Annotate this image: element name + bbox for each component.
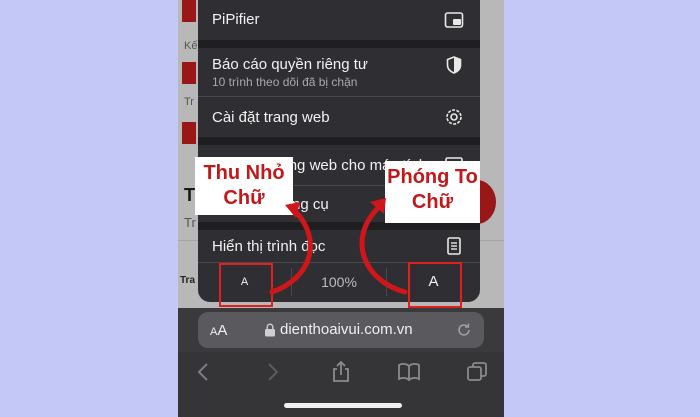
url-text: dienthoaivui.com.vn <box>280 321 413 338</box>
menu-item-label: Báo cáo quyền riêng tư <box>212 56 368 73</box>
highlight-box-increase <box>408 262 462 308</box>
menu-item-label: Hiển thị trình đọc <box>212 238 326 255</box>
aa-label: A <box>217 322 228 339</box>
forward-icon[interactable] <box>260 360 284 384</box>
pip-icon <box>444 12 464 28</box>
menu-item-privacy-report[interactable]: Báo cáo quyền riêng tư 10 trình theo dõi… <box>198 48 480 96</box>
menu-item-label: Cài đặt trang web <box>212 109 330 126</box>
tabs-icon[interactable] <box>465 360 489 384</box>
shield-icon <box>446 56 462 74</box>
menu-separator <box>198 137 480 145</box>
back-icon[interactable] <box>192 360 216 384</box>
menu-item-website-settings[interactable]: Cài đặt trang web <box>198 97 480 137</box>
bottom-toolbar <box>178 352 504 417</box>
home-indicator <box>284 403 402 408</box>
page-menu: PiPifier Báo cáo quyền riêng tư 10 trình… <box>198 0 480 302</box>
gear-icon <box>446 109 462 125</box>
lock-icon <box>265 323 275 337</box>
reload-icon[interactable] <box>456 322 472 338</box>
menu-item-sublabel: 10 trình theo dõi đã bị chặn <box>212 75 358 89</box>
menu-item-show-reader[interactable]: Hiển thị trình đọc <box>198 230 480 262</box>
menu-separator <box>198 40 480 48</box>
bookmarks-icon[interactable] <box>397 360 421 384</box>
highlight-box-decrease <box>219 263 273 307</box>
page-format-button[interactable]: AA <box>210 322 227 339</box>
menu-item-label: PiPifier <box>212 11 260 28</box>
share-icon[interactable] <box>329 360 353 384</box>
reader-icon <box>447 237 461 255</box>
callout-shrink-text: Thu Nhỏ Chữ <box>203 162 285 209</box>
menu-item-pipifier[interactable]: PiPifier <box>198 0 480 40</box>
address-field[interactable]: AA dienthoaivui.com.vn <box>198 312 484 348</box>
zoom-percent: 100% <box>321 274 357 290</box>
callout-shrink: Thu Nhỏ Chữ <box>195 157 293 215</box>
callout-enlarge: Phóng To Chữ <box>385 161 480 223</box>
address-bar: AA dienthoaivui.com.vn <box>178 308 504 352</box>
callout-enlarge-text: Phóng To Chữ <box>387 166 478 213</box>
menu-separator <box>198 222 480 230</box>
